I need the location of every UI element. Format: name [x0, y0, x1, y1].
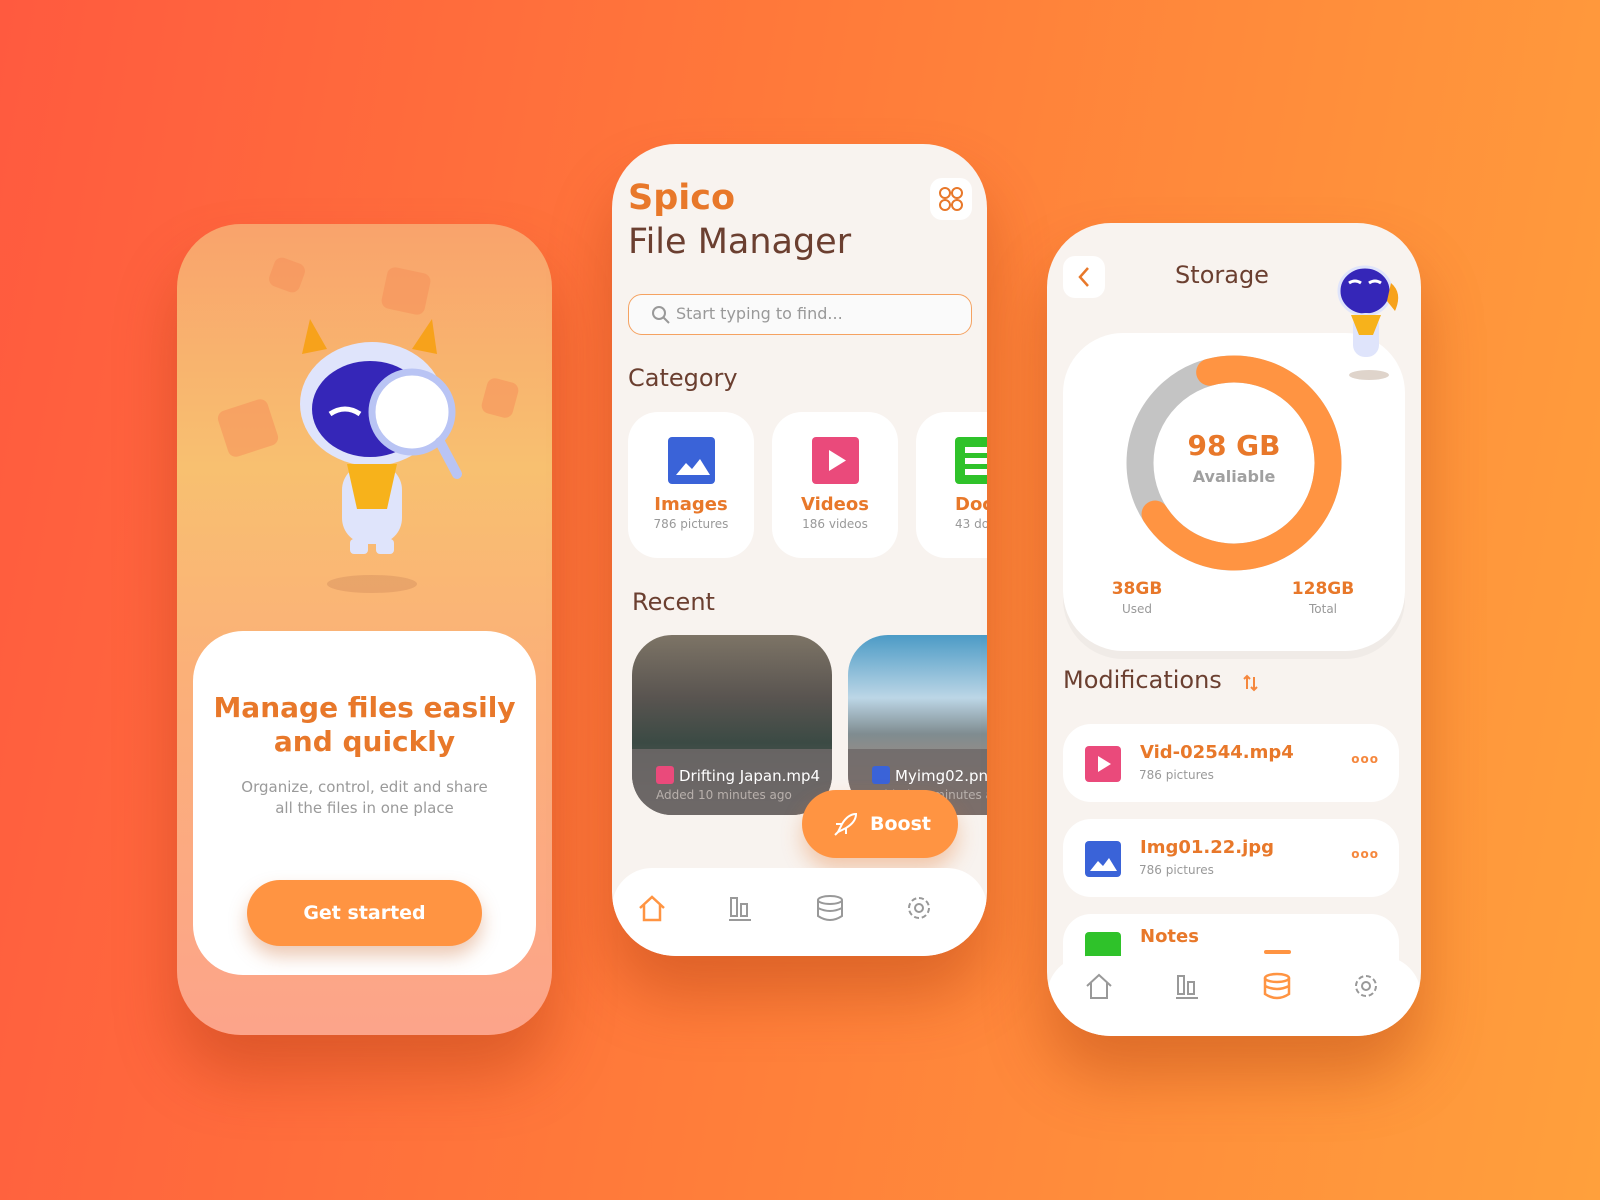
video-icon [1085, 746, 1121, 782]
storage-donut-chart [1126, 355, 1342, 571]
total-stat: 128GB Total [1275, 579, 1371, 616]
grid-icon [939, 187, 963, 211]
brand-name: Spico [628, 178, 736, 218]
stats-icon[interactable] [1172, 970, 1204, 1002]
onboarding-card: Manage files easily and quickly Organize,… [193, 631, 536, 975]
image-icon [872, 766, 890, 784]
file-name: Drifting Japan.mp4 [656, 766, 820, 785]
image-icon [667, 437, 715, 484]
headline-line-1: Manage files easily [213, 691, 516, 724]
file-count: 786 pictures [1139, 768, 1214, 782]
more-options-icon[interactable]: ooo [1351, 752, 1379, 766]
settings-icon[interactable] [1350, 970, 1382, 1002]
used-value: 38GB [1111, 579, 1163, 599]
category-name: Videos [801, 494, 869, 515]
settings-icon[interactable] [903, 892, 935, 924]
description-line-1: Organize, control, edit and share [241, 778, 488, 796]
file-added-time: Added 10 minutes ago [656, 788, 792, 802]
search-input[interactable]: Start typing to find... [628, 294, 972, 335]
donut-available-arc [1126, 355, 1342, 571]
image-tile-icon [215, 397, 281, 459]
more-options-icon[interactable]: ooo [1351, 847, 1379, 861]
description: Organize, control, edit and share all the… [193, 777, 536, 819]
description-line-2: all the files in one place [275, 799, 454, 817]
rocket-tile-icon [380, 265, 432, 317]
page-title: File Manager [628, 222, 852, 262]
doc-tile-icon [479, 376, 521, 420]
modification-item[interactable]: Vid-02544.mp4 786 pictures ooo [1063, 724, 1399, 802]
available-label: Avaliable [1192, 467, 1276, 486]
file-name: Vid-02544.mp4 [1140, 742, 1294, 763]
modification-item[interactable]: Img01.22.jpg 786 pictures ooo [1063, 819, 1399, 897]
search-icon [652, 306, 670, 324]
recent-file-card[interactable]: Drifting Japan.mp4 Added 10 minutes ago [632, 635, 832, 815]
category-count: 786 pictures [653, 517, 729, 531]
headline: Manage files easily and quickly [193, 691, 536, 759]
used-label: Used [1121, 602, 1153, 616]
search-placeholder: Start typing to find... [676, 304, 843, 323]
robot-mascot-icon [300, 319, 462, 593]
category-count: 43 do [955, 517, 987, 531]
video-icon [811, 437, 859, 484]
file-name: Myimg02.png [872, 766, 987, 785]
home-icon[interactable] [1083, 970, 1115, 1002]
file-name-text: Drifting Japan.mp4 [679, 767, 821, 785]
category-videos[interactable]: Videos 186 videos [772, 412, 898, 558]
image-icon [1085, 841, 1121, 877]
robot-mascot-icon [1337, 265, 1399, 380]
category-name: Doc [955, 494, 987, 515]
video-tile-icon [266, 255, 308, 295]
stats-icon[interactable] [725, 892, 757, 924]
category-heading: Category [628, 364, 738, 392]
bottom-nav [1047, 956, 1421, 1036]
storage-screen: Storage 98 GB Avaliable 38GB Used 128GB … [1047, 223, 1421, 1036]
modifications-heading: Modifications [1063, 666, 1222, 694]
home-icon[interactable] [636, 892, 668, 924]
total-label: Total [1308, 602, 1338, 616]
recent-heading: Recent [632, 588, 715, 616]
headline-line-2: and quickly [273, 725, 456, 758]
recent-file-card[interactable]: Myimg02.png Added 10 minutes ago [848, 635, 987, 815]
bottom-nav [612, 868, 987, 956]
home-screen: Spico File Manager Start typing to find.… [612, 144, 987, 956]
category-images[interactable]: Images 786 pictures [628, 412, 754, 558]
boost-button[interactable]: Boost [802, 790, 958, 858]
total-value: 128GB [1291, 579, 1355, 599]
file-name-text: Myimg02.png [895, 767, 987, 785]
file-name: Img01.22.jpg [1140, 837, 1275, 858]
category-name: Images [654, 494, 728, 515]
sort-icon[interactable] [1243, 673, 1259, 693]
used-stat: 38GB Used [1089, 579, 1185, 616]
file-name: Notes [1140, 926, 1199, 947]
onboarding-screen: Manage files easily and quickly Organize,… [177, 224, 552, 1035]
available-value: 98 GB [1187, 429, 1281, 462]
active-nav-indicator [1264, 950, 1291, 954]
category-docs[interactable]: Doc 43 do [916, 412, 987, 558]
video-icon [656, 766, 674, 784]
menu-grid-button[interactable] [930, 178, 972, 220]
boost-label: Boost [870, 813, 931, 835]
category-count: 186 videos [802, 517, 868, 531]
document-icon [955, 437, 987, 484]
file-count: 786 pictures [1139, 863, 1214, 877]
storage-icon[interactable] [814, 892, 846, 924]
rocket-icon [834, 812, 858, 836]
storage-icon[interactable] [1261, 970, 1293, 1002]
get-started-button[interactable]: Get started [247, 880, 482, 946]
